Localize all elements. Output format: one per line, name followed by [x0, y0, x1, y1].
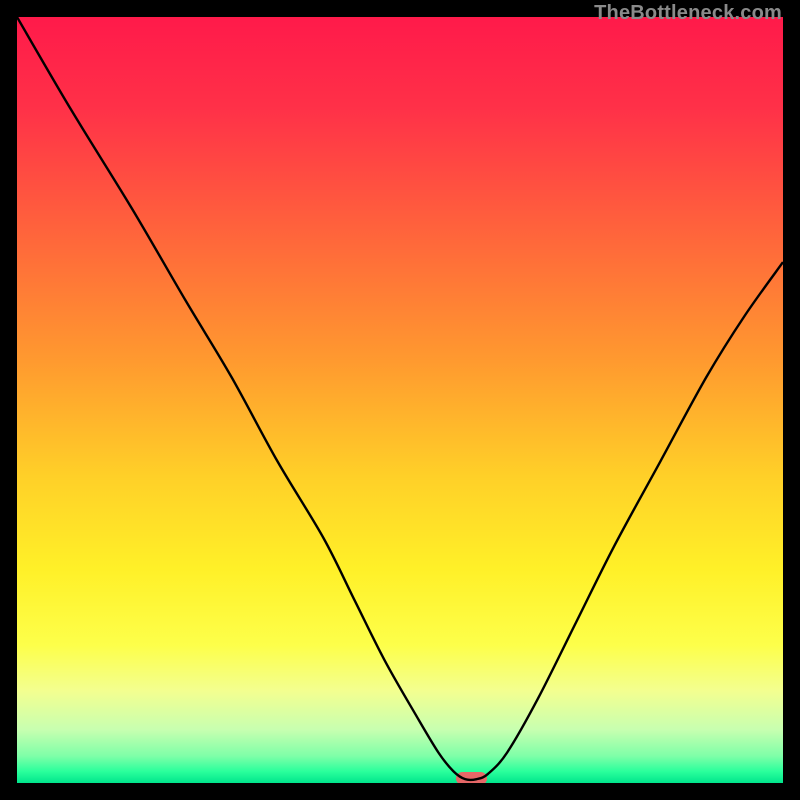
plot-area [17, 17, 783, 783]
bottleneck-curve [17, 17, 783, 783]
chart-frame: TheBottleneck.com [0, 0, 800, 800]
watermark-text: TheBottleneck.com [594, 2, 782, 25]
